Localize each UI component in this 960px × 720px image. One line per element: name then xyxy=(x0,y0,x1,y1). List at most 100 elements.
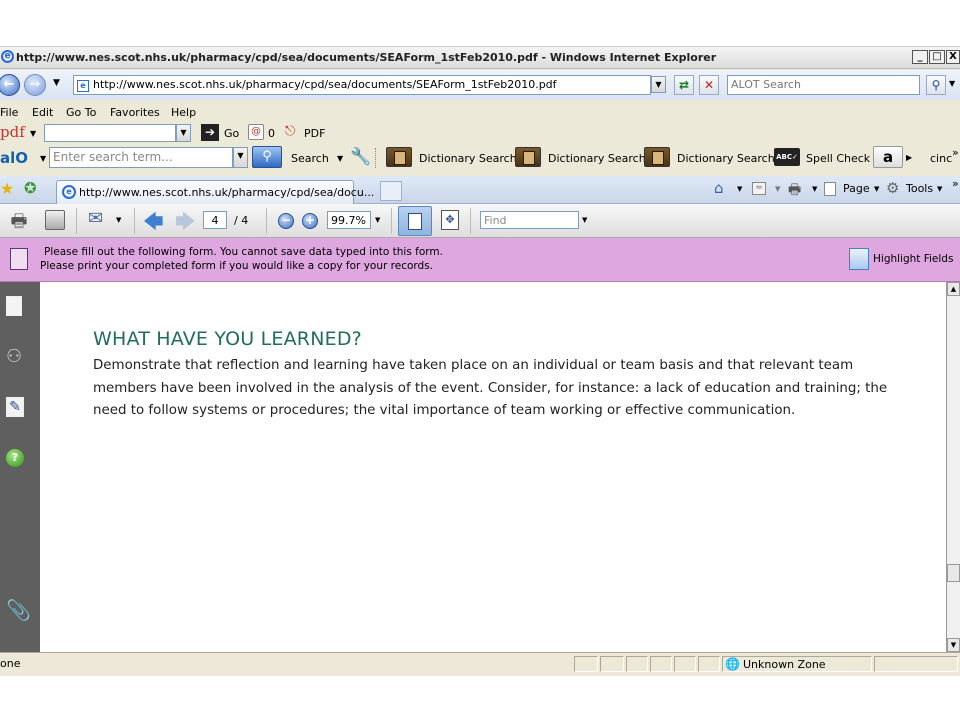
status-cell xyxy=(600,656,624,672)
scroll-thumb[interactable] xyxy=(947,564,960,582)
address-url: http://www.nes.scot.nhs.uk/pharmacy/cpd/… xyxy=(93,78,557,91)
zoom-input[interactable]: 99.7% xyxy=(327,211,371,229)
highlight-fields-button[interactable]: Highlight Fields xyxy=(873,253,953,265)
find-dropdown-icon[interactable]: ▼ xyxy=(582,216,587,224)
spell-check-icon: ABC✓ xyxy=(774,148,800,166)
mail-icon[interactable]: @ xyxy=(248,124,264,140)
stop-icon[interactable]: ✕ xyxy=(699,75,719,95)
history-dropdown-icon[interactable]: ▼ xyxy=(53,78,60,88)
window-title: http://www.nes.scot.nhs.uk/pharmacy/cpd/… xyxy=(16,51,717,64)
close-button[interactable]: X xyxy=(946,50,960,64)
previous-page-icon[interactable]: 🡄 xyxy=(143,207,164,241)
address-input[interactable]: e http://www.nes.scot.nhs.uk/pharmacy/cpd… xyxy=(73,75,651,95)
title-bar: e http://www.nes.scot.nhs.uk/pharmacy/cp… xyxy=(0,47,960,69)
signature-icon[interactable]: ✎ xyxy=(6,397,24,417)
alot-dropdown-icon[interactable]: ▼ xyxy=(40,154,46,163)
alot-search-placeholder: ALOT Search xyxy=(731,78,801,91)
page-number-input[interactable]: 4 xyxy=(203,211,227,229)
menu-edit[interactable]: Edit xyxy=(32,106,53,119)
search-options-icon[interactable]: ▼ xyxy=(949,79,955,88)
zone-label: Unknown Zone xyxy=(743,658,826,671)
pdf-search-dropdown-icon[interactable]: ▼ xyxy=(176,124,191,142)
feeds-dropdown-icon[interactable]: ▼ xyxy=(775,185,780,193)
feeds-icon[interactable]: ≈ xyxy=(752,182,766,195)
favorites-star-icon[interactable]: ★ xyxy=(0,179,14,198)
tab-current[interactable]: e http://www.nes.scot.nhs.uk/pharmacy/cp… xyxy=(56,180,374,204)
dictionary-search-button-2[interactable]: Dictionary Search xyxy=(548,152,646,165)
tab-title: http://www.nes.scot.nhs.uk/pharmacy/cpd/… xyxy=(79,186,375,199)
email-icon[interactable]: ✉ xyxy=(88,208,103,229)
status-cell xyxy=(698,656,720,672)
page-menu-button[interactable]: Page xyxy=(843,182,870,195)
scroll-down-icon[interactable]: ▼ xyxy=(947,638,960,652)
section-heading: WHAT HAVE YOU LEARNED? xyxy=(93,328,362,350)
alot-term-input[interactable]: Enter search term... xyxy=(49,147,233,168)
amazon-letter: a xyxy=(882,148,894,166)
dictionary-icon xyxy=(644,147,670,167)
home-dropdown-icon[interactable]: ▼ xyxy=(737,185,742,193)
attachment-icon[interactable]: 📎 xyxy=(6,598,31,622)
print-icon[interactable]: 🖶 xyxy=(788,179,801,203)
maximize-button[interactable]: □ xyxy=(929,50,945,64)
search-options-dropdown-icon[interactable]: ▼ xyxy=(337,154,343,163)
tools-dropdown-icon[interactable]: ▼ xyxy=(937,185,942,193)
pdf-file-icon[interactable]: ⎋ xyxy=(285,124,299,141)
forward-button[interactable]: → xyxy=(24,74,46,96)
new-tab-button[interactable] xyxy=(380,181,402,201)
page-dropdown-icon[interactable]: ▼ xyxy=(874,185,879,193)
form-message-bar: Please fill out the following form. You … xyxy=(0,238,960,282)
email-dropdown-icon[interactable]: ▼ xyxy=(116,216,121,224)
wrench-icon[interactable]: 🔧 xyxy=(350,147,371,167)
zoom-dropdown-icon[interactable]: ▼ xyxy=(375,216,380,224)
zoom-out-icon[interactable]: − xyxy=(278,213,294,229)
alot-search-icon[interactable]: ⚲ xyxy=(252,146,282,168)
refresh-icon[interactable]: ⇄ xyxy=(674,75,694,95)
next-page-icon[interactable]: 🡆 xyxy=(175,207,196,241)
status-text: one xyxy=(0,657,21,670)
minimize-button[interactable]: _ xyxy=(912,50,928,64)
help-icon[interactable]: ? xyxy=(6,449,24,467)
pdf-brand-dropdown-icon[interactable]: ▼ xyxy=(30,129,36,138)
vertical-scrollbar[interactable]: ▲ ▼ xyxy=(946,282,960,652)
dictionary-search-button-1[interactable]: Dictionary Search xyxy=(419,152,517,165)
dictionary-search-button-3[interactable]: Dictionary Search xyxy=(677,152,775,165)
toolbar-separator xyxy=(266,208,267,234)
alot-search-button[interactable]: Search xyxy=(291,152,329,165)
back-button[interactable]: ← xyxy=(0,74,20,96)
go-button[interactable]: Go xyxy=(224,127,239,140)
fit-page-icon[interactable]: ✥ xyxy=(441,210,459,230)
more-arrow-icon[interactable]: ▶ xyxy=(906,153,912,162)
chevron-overflow-icon[interactable]: » xyxy=(952,177,959,190)
search-icon[interactable]: ⚲ xyxy=(926,75,946,95)
add-favorites-icon[interactable]: ✪ xyxy=(24,179,37,197)
save-icon[interactable] xyxy=(45,210,65,230)
menu-go-to[interactable]: Go To xyxy=(66,106,96,119)
status-cell xyxy=(626,656,648,672)
fit-width-button[interactable] xyxy=(398,206,432,236)
message-line-2: Please print your completed form if you … xyxy=(40,260,433,272)
scroll-up-icon[interactable]: ▲ xyxy=(947,282,960,296)
menu-file[interactable]: File xyxy=(0,106,18,119)
print-dropdown-icon[interactable]: ▼ xyxy=(812,185,817,193)
page-icon: e xyxy=(77,80,89,92)
menu-help[interactable]: Help xyxy=(171,106,196,119)
home-icon[interactable]: ⌂ xyxy=(714,179,724,197)
binoculars-icon[interactable]: ⚇ xyxy=(6,346,26,368)
pages-icon[interactable] xyxy=(6,296,22,316)
spell-check-button[interactable]: Spell Check xyxy=(806,152,870,165)
address-dropdown-icon[interactable]: ▼ xyxy=(651,76,666,93)
print-icon[interactable]: 🖶 xyxy=(8,209,30,232)
status-cell xyxy=(574,656,598,672)
go-arrow-icon[interactable]: ➔ xyxy=(201,124,219,141)
find-input[interactable]: Find xyxy=(480,211,579,229)
zoom-in-icon[interactable]: + xyxy=(302,213,318,229)
chevron-overflow-icon[interactable]: » xyxy=(952,146,959,159)
pdf-button[interactable]: PDF xyxy=(304,127,325,140)
menu-favorites[interactable]: Favorites xyxy=(110,106,160,119)
pdf-search-input[interactable] xyxy=(44,124,176,142)
status-cell xyxy=(674,656,696,672)
alot-search-input[interactable]: ALOT Search xyxy=(727,75,920,95)
tools-menu-button[interactable]: Tools xyxy=(906,182,933,195)
amazon-icon[interactable]: a xyxy=(873,146,903,168)
alot-term-dropdown-icon[interactable]: ▼ xyxy=(233,147,248,168)
